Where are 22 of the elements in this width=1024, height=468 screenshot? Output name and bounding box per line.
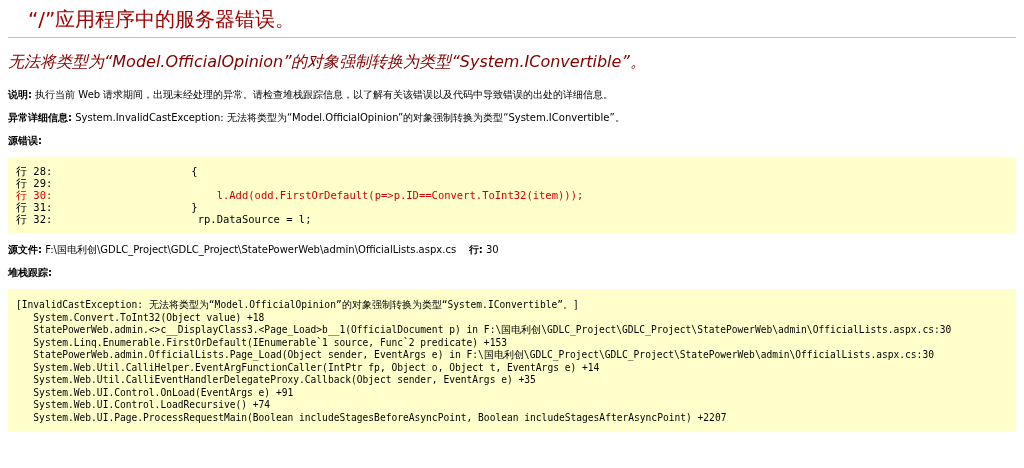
- source-code-line: 行 31: }: [16, 201, 199, 213]
- stack-trace-line: System.Web.Util.CalliHelper.EventArgFunctionCaller(IntPtr fp, Object o, Object t, EventArgs e) +14: [32, 361, 600, 374]
- stack-trace-line: System.Web.UI.Control.OnLoad(EventArgs e) +91: [32, 386, 294, 399]
- stack-trace-line: System.Web.UI.Page.ProcessRequestMain(Boolean includeStagesBeforeAsyncPoint, Boolean includeStagesAfterAsyncPoint) +2207: [32, 411, 727, 424]
- source-code-line: 行 28: {: [16, 165, 199, 177]
- exception-details-text: 异常详细信息: System.InvalidCastException: 无法将类型为“Model.OfficialOpinion”的对象强制转换为类型“System.IConvertible”。: [8, 111, 626, 124]
- stack-trace-line: System.Convert.ToInt32(Object value) +18: [32, 311, 265, 324]
- source-code-line: 行 32: rp.DataSource = l;: [16, 213, 313, 225]
- stack-trace-line: StatePowerWeb.admin.<>c__DisplayClass3.<Page_Load>b__1(OfficialDocument p) in F:\国电利创\GDLC_Project\GDLC_Project\StatePowerWeb\admin\OfficialLists.aspx.cs:30: [32, 324, 952, 337]
- source-file-text: 源文件: F:\国电利创\GDLC_Project\GDLC_Project\StatePowerWeb\admin\OfficialLists.aspx.cs 行: 30: [8, 243, 500, 256]
- description-text: 说明: 执行当前 Web 请求期间，出现未经处理的异常。请检查堆栈跟踪信息，以了解有关该错误以及代码中导致错误的出处的详细信息。: [8, 88, 615, 101]
- source-code-line: 行 30: l.Add(odd.FirstOrDefault(p=>p.ID==Convert.ToInt32(item)));: [16, 189, 585, 201]
- source-code-line: 行 29:: [16, 177, 54, 189]
- stack-trace-line: System.Linq.Enumerable.FirstOrDefault(IEnumerable`1 source, Func`2 predicate) +153: [32, 336, 507, 349]
- error-title: 无法将类型为“Model.OfficialOpinion”的对象强制转换为类型“System.IConvertible”。: [8, 52, 647, 72]
- stack-trace-line: StatePowerWeb.admin.OfficialLists.Page_Load(Object sender, EventArgs e) in F:\国电利创\GDLC_Project\GDLC_Project\StatePowerWeb\admin\OfficialLists.aspx.cs:30: [32, 349, 934, 362]
- source-error-heading: 源错误:: [8, 134, 43, 147]
- stack-trace-line: [InvalidCastException: 无法将类型为“Model.OfficialOpinion”的对象强制转换为类型“System.IConvertible”。]: [16, 299, 579, 312]
- stack-trace-line: System.Web.Util.CalliEventHandlerDelegateProxy.Callback(Object sender, EventArgs e) +35: [32, 374, 536, 387]
- page-title: “/”应用程序中的服务器错误。: [28, 6, 297, 33]
- stack-trace-line: System.Web.UI.Control.LoadRecursive() +74: [32, 399, 271, 412]
- stack-trace-heading: 堆栈跟踪:: [8, 266, 53, 279]
